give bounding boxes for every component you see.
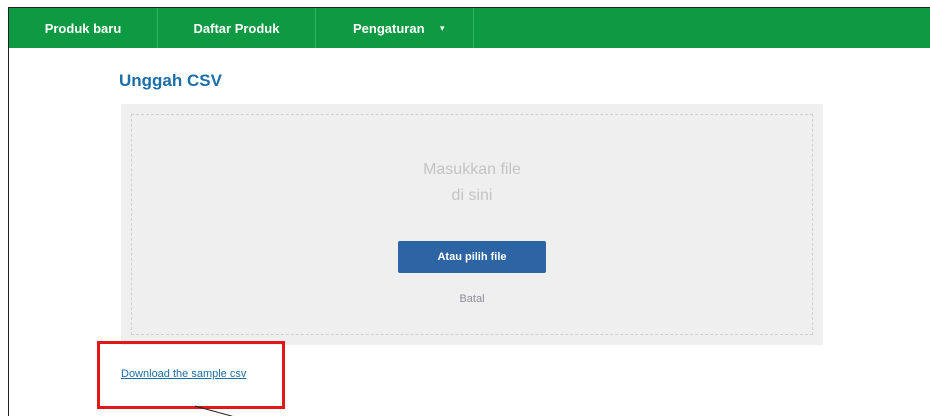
app-frame: Produk baru Daftar Produk Pengaturan ▾ U… — [8, 7, 930, 416]
annotation-pointer-line — [194, 405, 234, 416]
